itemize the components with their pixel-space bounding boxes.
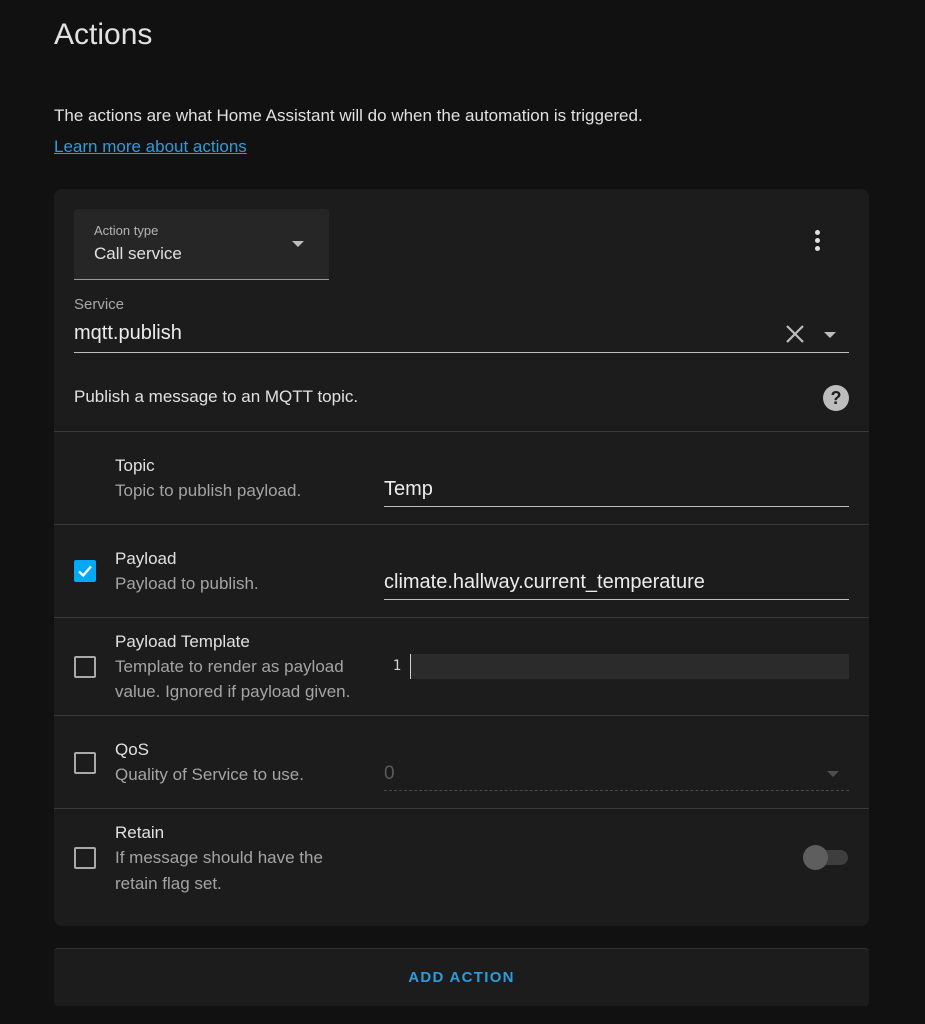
qos-underline: [384, 790, 849, 791]
divider: [54, 715, 869, 716]
qos-chevron-down-icon: [827, 771, 839, 777]
service-chevron-down-icon[interactable]: [824, 332, 836, 338]
action-type-select[interactable]: Action type Call service: [74, 209, 329, 280]
action-type-label: Action type: [94, 223, 159, 238]
qos-name: QoS: [115, 740, 150, 759]
divider: [54, 431, 869, 432]
qos-description: Quality of Service to use.: [115, 765, 304, 784]
learn-more-link[interactable]: Learn more about actions: [54, 137, 247, 157]
check-icon: [78, 565, 92, 578]
actions-page: Actions The actions are what Home Assist…: [0, 0, 925, 1024]
retain-checkbox[interactable]: [74, 847, 96, 869]
payload-underline: [384, 599, 849, 600]
topic-underline: [384, 506, 849, 507]
retain-description-line2: retain flag set.: [115, 874, 222, 893]
service-label: Service: [74, 296, 125, 313]
page-title: Actions: [54, 18, 153, 51]
retain-name: Retain: [115, 823, 165, 842]
help-circle-icon[interactable]: ?: [823, 385, 849, 411]
payload-template-checkbox[interactable]: [74, 656, 96, 678]
qos-select[interactable]: 0: [384, 763, 395, 785]
dots-vertical-icon[interactable]: [806, 225, 830, 257]
service-input[interactable]: mqtt.publish: [74, 322, 182, 345]
add-action-card: ADD ACTION: [54, 948, 869, 1006]
actions-intro-text: The actions are what Home Assistant will…: [54, 106, 643, 125]
service-underline: [74, 352, 849, 353]
line-number: 1: [384, 654, 411, 679]
payload-template-description-line1: Template to render as payload: [115, 657, 344, 676]
action-card: Action type Call service Service mqtt.pu…: [54, 189, 869, 926]
topic-input[interactable]: Temp: [384, 478, 433, 501]
payload-name: Payload: [115, 549, 177, 568]
divider: [54, 808, 869, 809]
payload-template-name: Payload Template: [115, 632, 250, 651]
chevron-down-icon: [292, 241, 304, 247]
payload-input[interactable]: climate.hallway.current_temperature: [384, 571, 705, 594]
payload-template-description-line2: value. Ignored if payload given.: [115, 682, 351, 701]
action-type-value: Call service: [94, 244, 182, 263]
payload-checkbox[interactable]: [74, 560, 96, 582]
divider: [54, 524, 869, 525]
payload-description: Payload to publish.: [115, 574, 259, 593]
topic-name: Topic: [115, 456, 155, 475]
divider: [54, 617, 869, 618]
retain-description-line1: If message should have the: [115, 848, 323, 867]
close-icon[interactable]: [785, 324, 805, 344]
retain-toggle-knob[interactable]: [803, 845, 828, 870]
topic-description: Topic to publish payload.: [115, 481, 302, 500]
add-action-button[interactable]: ADD ACTION: [54, 949, 869, 1007]
qos-checkbox[interactable]: [74, 752, 96, 774]
service-description: Publish a message to an MQTT topic.: [74, 387, 359, 406]
payload-template-code-editor[interactable]: 1: [384, 654, 849, 679]
